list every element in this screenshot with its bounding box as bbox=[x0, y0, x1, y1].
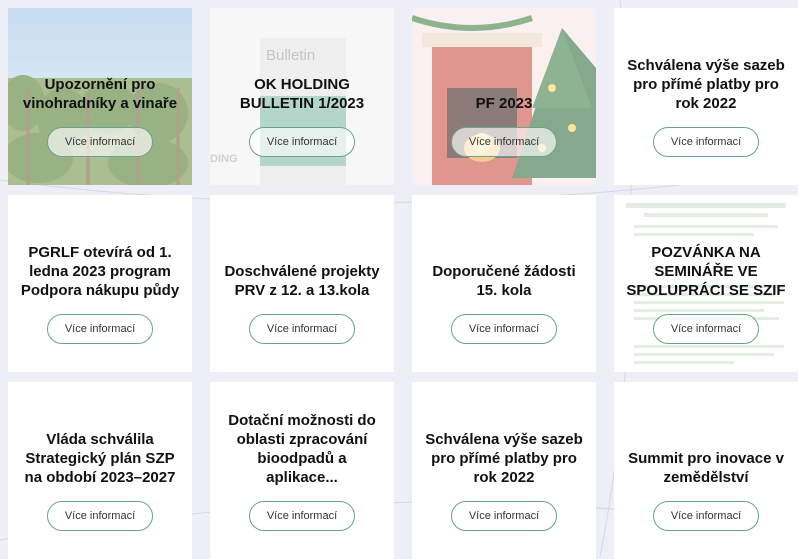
card-title: Upozornění pro vinohradníky a vinaře bbox=[22, 76, 178, 112]
more-info-button[interactable]: Více informací bbox=[249, 501, 355, 531]
news-card[interactable]: POZVÁNKA NA SEMINÁŘE VE SPOLUPRÁCI SE SZ… bbox=[614, 195, 798, 372]
card-title: Summit pro inovace v zemědělství bbox=[628, 450, 784, 486]
news-card[interactable]: Vláda schválila Strategický plán SZP na … bbox=[8, 382, 192, 559]
more-info-button[interactable]: Více informací bbox=[653, 501, 759, 531]
card-title: Doporučené žádosti 15. kola bbox=[432, 263, 576, 299]
card-title: POZVÁNKA NA SEMINÁŘE VE SPOLUPRÁCI SE SZ… bbox=[626, 244, 786, 299]
more-info-button[interactable]: Více informací bbox=[653, 314, 759, 344]
card-title: PF 2023 bbox=[475, 95, 533, 112]
news-card[interactable]: PF 2023 Více informací bbox=[412, 8, 596, 185]
card-title: Schválena výše sazeb pro přímé platby pr… bbox=[627, 57, 785, 112]
news-card[interactable]: Doschválené projekty PRV z 12. a 13.kola… bbox=[210, 195, 394, 372]
news-card[interactable]: Dotační možnosti do oblasti zpracování b… bbox=[210, 382, 394, 559]
more-info-button[interactable]: Více informací bbox=[451, 501, 557, 531]
news-card[interactable]: Summit pro inovace v zemědělství Více in… bbox=[614, 382, 798, 559]
more-info-button[interactable]: Více informací bbox=[249, 127, 355, 157]
card-title: OK HOLDING BULLETIN 1/2023 bbox=[239, 76, 365, 112]
card-title: Vláda schválila Strategický plán SZP na … bbox=[24, 431, 176, 486]
more-info-button[interactable]: Více informací bbox=[451, 127, 557, 157]
more-info-button[interactable]: Více informací bbox=[47, 127, 153, 157]
more-info-button[interactable]: Více informací bbox=[47, 314, 153, 344]
news-grid: Upozornění pro vinohradníky a vinaře Víc… bbox=[8, 8, 798, 559]
more-info-button[interactable]: Více informací bbox=[249, 314, 355, 344]
card-title: PGRLF otevírá od 1. ledna 2023 program P… bbox=[20, 244, 180, 299]
card-title: Schválena výše sazeb pro přímé platby pr… bbox=[425, 431, 583, 486]
news-card[interactable]: Schválena výše sazeb pro přímé platby pr… bbox=[412, 382, 596, 559]
more-info-button[interactable]: Více informací bbox=[451, 314, 557, 344]
news-card[interactable]: Doporučené žádosti 15. kola Více informa… bbox=[412, 195, 596, 372]
card-title: Doschválené projekty PRV z 12. a 13.kola bbox=[224, 263, 380, 299]
more-info-button[interactable]: Více informací bbox=[47, 501, 153, 531]
card-title: Dotační možnosti do oblasti zpracování b… bbox=[228, 412, 376, 486]
news-card[interactable]: Schválena výše sazeb pro přímé platby pr… bbox=[614, 8, 798, 185]
news-card[interactable]: Upozornění pro vinohradníky a vinaře Víc… bbox=[8, 8, 192, 185]
news-card[interactable]: PGRLF otevírá od 1. ledna 2023 program P… bbox=[8, 195, 192, 372]
more-info-button[interactable]: Více informací bbox=[653, 127, 759, 157]
news-card[interactable]: Bulletin DING OK HOLDING BULLETIN 1/2023… bbox=[210, 8, 394, 185]
